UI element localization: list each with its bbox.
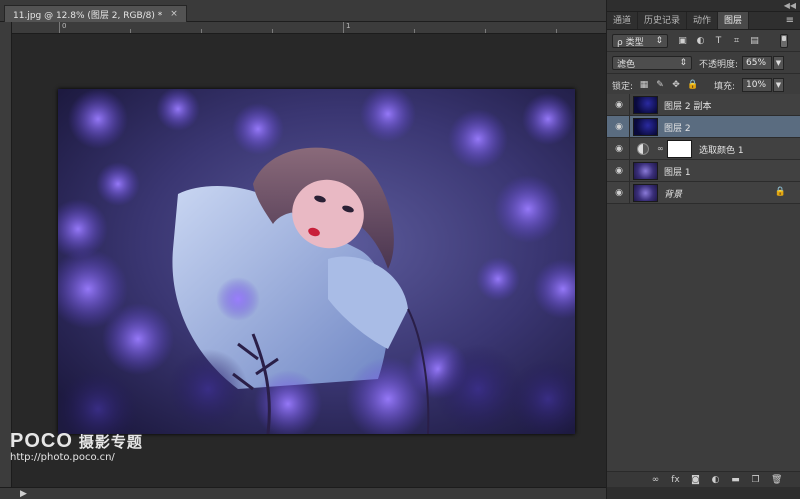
panel-menu-icon[interactable]: ≡ <box>786 15 794 26</box>
opacity-label: 不透明度: <box>699 60 739 70</box>
ruler-number: 0 <box>62 22 67 30</box>
visibility-eye-icon[interactable]: ◉ <box>613 99 625 111</box>
filter-type-label: ρ 类型 <box>617 37 644 48</box>
ruler-number: 1 <box>346 22 351 30</box>
ruler-corner[interactable] <box>0 22 12 34</box>
folder-icon[interactable]: ▬ <box>731 475 740 485</box>
lock-label: 锁定: <box>612 82 634 92</box>
fill-input[interactable]: 10% <box>742 78 772 92</box>
blend-row: 滤色 ⇕ 不透明度: 65% ▼ <box>607 52 800 74</box>
layer-row[interactable]: ◉ ∞ 选取颜色 1 <box>607 138 800 160</box>
visibility-eye-icon[interactable]: ◉ <box>613 121 625 133</box>
watermark-subtitle: 摄影专题 <box>78 433 143 451</box>
collapse-icon[interactable]: ◀◀ <box>784 1 796 10</box>
adjustment-icon[interactable]: ◐ <box>711 475 720 485</box>
panel-tabs: 通道 历史记录 动作 图层 ≡ <box>607 12 800 30</box>
panel-footer <box>607 487 800 499</box>
layer-name: 选取颜色 1 <box>699 146 744 156</box>
filter-toggle[interactable] <box>780 34 788 48</box>
layer-name: 图层 2 副本 <box>664 102 712 112</box>
blend-mode-value: 滤色 <box>617 59 636 70</box>
ruler-horizontal: 0 1 <box>0 22 606 34</box>
filter-type-icon[interactable]: T <box>713 36 724 46</box>
layers-panel: ◀◀ 通道 历史记录 动作 图层 ≡ ρ 类型 ⇕ ▣ ◐ T ⌗ ▤ 滤色 ⇕… <box>606 0 800 499</box>
layers-toolbar: ∞ fx ◙ ◐ ▬ ❐ 🗑 <box>607 471 800 487</box>
filter-smart-object-icon[interactable]: ▤ <box>749 36 760 46</box>
lock-row: 锁定: ▦ ✎ ✥ 🔒 填充: 10% ▼ <box>607 74 800 96</box>
tab-channels[interactable]: 通道 <box>607 12 639 29</box>
fx-icon[interactable]: fx <box>671 475 680 485</box>
layer-name: 背景 <box>664 190 683 200</box>
visibility-eye-icon[interactable]: ◉ <box>613 143 625 155</box>
lock-position-icon[interactable]: ✥ <box>671 80 681 90</box>
lock-all-icon[interactable]: 🔒 <box>687 80 698 90</box>
trash-icon[interactable]: 🗑 <box>771 475 782 485</box>
ruler-vertical <box>0 34 12 487</box>
fill-label: 填充: <box>714 82 736 92</box>
tab-layers[interactable]: 图层 <box>718 12 750 29</box>
visibility-eye-icon[interactable]: ◉ <box>613 165 625 177</box>
watermark-brand: POCO <box>10 430 73 452</box>
opacity-input[interactable]: 65% <box>742 56 772 70</box>
document-tab-bar: 11.jpg @ 12.8% (图层 2, RGB/8) * × <box>0 0 606 22</box>
layers-list: ◉ 图层 2 副本 ◉ 图层 2 ◉ ∞ 选取颜色 1 ◉ 图层 1 ◉ 背景 … <box>607 94 800 204</box>
layer-row-background[interactable]: ◉ 背景 🔒 <box>607 182 800 204</box>
layer-thumbnail <box>633 184 658 202</box>
layer-row-selected[interactable]: ◉ 图层 2 <box>607 116 800 138</box>
watermark: POCO 摄影专题 http://photo.poco.cn/ <box>10 430 143 463</box>
filter-type-dropdown[interactable]: ρ 类型 ⇕ <box>612 34 668 48</box>
layer-thumbnail <box>633 162 658 180</box>
filter-adjustment-icon[interactable]: ◐ <box>695 36 706 46</box>
dropdown-arrow-icon: ⇕ <box>679 58 687 68</box>
filter-shape-icon[interactable]: ⌗ <box>731 36 742 46</box>
dropdown-arrow-icon: ⇕ <box>655 36 663 46</box>
layer-name: 图层 2 <box>664 124 691 134</box>
layer-mask-thumbnail[interactable] <box>667 140 692 158</box>
photo-illustration <box>58 89 575 434</box>
new-layer-icon[interactable]: ❐ <box>751 475 760 485</box>
blend-mode-dropdown[interactable]: 滤色 ⇕ <box>612 56 692 70</box>
status-menu-arrow-icon[interactable]: ▶ <box>20 489 27 499</box>
watermark-url: http://photo.poco.cn/ <box>10 452 115 463</box>
close-icon[interactable]: × <box>170 9 178 19</box>
lock-transparent-icon[interactable]: ▦ <box>639 80 649 90</box>
status-bar: ▶ <box>0 487 606 499</box>
layer-row[interactable]: ◉ 图层 1 <box>607 160 800 182</box>
layer-name: 图层 1 <box>664 168 691 178</box>
lock-icon: 🔒 <box>774 187 786 197</box>
filter-pixel-icon[interactable]: ▣ <box>677 36 688 46</box>
layer-filter-row: ρ 类型 ⇕ ▣ ◐ T ⌗ ▤ <box>607 30 800 52</box>
layer-row[interactable]: ◉ 图层 2 副本 <box>607 94 800 116</box>
layer-thumbnail <box>633 118 658 136</box>
mask-link-icon[interactable]: ∞ <box>657 144 664 153</box>
lock-pixels-icon[interactable]: ✎ <box>655 80 665 90</box>
canvas-photo[interactable] <box>58 89 575 434</box>
fill-slider-arrow-icon[interactable]: ▼ <box>773 78 784 92</box>
document-tab-title: 11.jpg @ 12.8% (图层 2, RGB/8) * <box>13 10 163 21</box>
document-tab[interactable]: 11.jpg @ 12.8% (图层 2, RGB/8) * × <box>4 5 187 22</box>
visibility-eye-icon[interactable]: ◉ <box>613 187 625 199</box>
panel-header-strip: ◀◀ <box>607 0 800 12</box>
tab-history[interactable]: 历史记录 <box>638 12 688 29</box>
tab-actions[interactable]: 动作 <box>687 12 719 29</box>
layer-thumbnail <box>633 96 658 114</box>
link-icon[interactable]: ∞ <box>651 475 660 485</box>
opacity-slider-arrow-icon[interactable]: ▼ <box>773 56 784 70</box>
mask-icon[interactable]: ◙ <box>691 475 700 485</box>
adjustment-layer-icon <box>637 143 649 155</box>
